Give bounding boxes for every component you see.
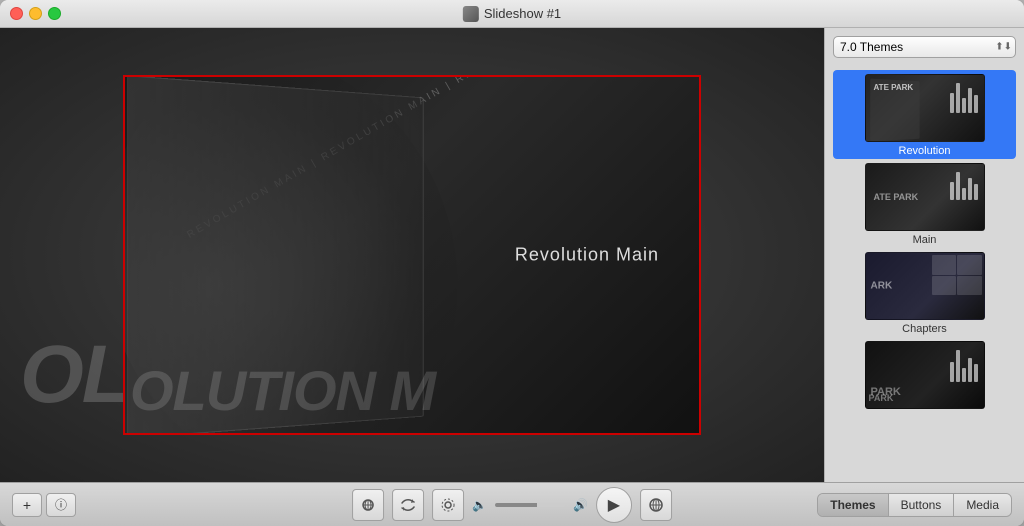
preview-area: OLUTION M REVOLUTION MAIN | REVOLUTION M… — [0, 28, 824, 482]
theme-label-chapters: Chapters — [902, 323, 947, 335]
thumb-extras-text: PARK — [869, 393, 894, 403]
theme-dropdown-container: 7.0 Themes 6.0 Themes Custom Themes ⬆⬇ — [825, 28, 1024, 66]
grid-cell-1 — [932, 255, 957, 275]
toolbar-tabs: Themes Buttons Media — [817, 493, 1012, 517]
theme-thumbnail-extras: PARK — [865, 341, 985, 409]
theme-item-main[interactable]: Main — [833, 159, 1016, 248]
tab-media[interactable]: Media — [954, 494, 1011, 516]
bar5 — [974, 95, 978, 113]
themes-list[interactable]: ATE PARK Revolution — [825, 66, 1024, 482]
bar1 — [950, 93, 954, 113]
preview-inner-bg: REVOLUTION MAIN | REVOLUTION MAIN | REVO… — [125, 77, 699, 433]
network-button[interactable] — [352, 489, 384, 521]
main-bar3 — [962, 188, 966, 200]
theme-label-revolution: Revolution — [899, 145, 951, 157]
play-button[interactable]: ▶ — [596, 487, 632, 523]
grid-cell-2 — [957, 255, 982, 275]
thumbnail-bars — [950, 83, 978, 113]
close-button[interactable] — [10, 7, 23, 20]
theme-thumbnail-main — [865, 163, 985, 231]
extras-bar1 — [950, 362, 954, 382]
bar3 — [962, 98, 966, 113]
app-window: Slideshow #1 OLUTION M REVOLUTION MAIN |… — [0, 0, 1024, 526]
window-title-area: Slideshow #1 — [463, 6, 561, 22]
main-bar4 — [968, 178, 972, 200]
loop-icon — [400, 498, 416, 512]
main-bar5 — [974, 184, 978, 200]
bar4 — [968, 88, 972, 113]
theme-select[interactable]: 7.0 Themes 6.0 Themes Custom Themes — [833, 36, 1016, 58]
main-bar2 — [956, 172, 960, 200]
minimize-button[interactable] — [29, 7, 42, 20]
thumb-text-revolution: ATE PARK — [874, 83, 914, 92]
inner-watermark: OLUTION M — [130, 358, 435, 423]
settings-button[interactable] — [432, 489, 464, 521]
extras-bar5 — [974, 364, 978, 382]
chapters-grid — [932, 255, 982, 295]
grid-cell-4 — [957, 276, 982, 296]
extras-bar2 — [956, 350, 960, 382]
titlebar: Slideshow #1 — [0, 0, 1024, 28]
grid-cell-3 — [932, 276, 957, 296]
info-button[interactable]: ⓘ — [46, 493, 76, 517]
globe-button[interactable] — [640, 489, 672, 521]
theme-select-wrapper[interactable]: 7.0 Themes 6.0 Themes Custom Themes ⬆⬇ — [833, 36, 1016, 58]
loop-button[interactable] — [392, 489, 424, 521]
theme-item-chapters[interactable]: ARK Chapters — [833, 248, 1016, 337]
volume-low-icon: 🔈 — [472, 498, 487, 512]
toolbar: + ⓘ — [0, 482, 1024, 526]
app-icon — [463, 6, 479, 22]
globe-icon — [648, 497, 664, 513]
theme-item-revolution[interactable]: ATE PARK Revolution — [833, 70, 1016, 159]
thumb-extras-bars — [950, 350, 978, 382]
theme-group-revolution: ATE PARK Revolution — [825, 66, 1024, 413]
theme-label-main: Main — [913, 234, 937, 246]
tab-buttons[interactable]: Buttons — [889, 494, 955, 516]
thumb-chapters-text: ARK — [871, 281, 893, 292]
theme-item-extras[interactable]: PARK — [833, 337, 1016, 411]
maximize-button[interactable] — [48, 7, 61, 20]
tab-themes[interactable]: Themes — [818, 494, 888, 516]
toolbar-transport: 🔈 🔊 ▶ — [352, 487, 672, 523]
theme-thumbnail-revolution: ATE PARK — [865, 74, 985, 142]
extras-bar4 — [968, 358, 972, 382]
main-content: OLUTION M REVOLUTION MAIN | REVOLUTION M… — [0, 28, 1024, 482]
theme-thumbnail-chapters: ARK — [865, 252, 985, 320]
volume-slider[interactable] — [495, 503, 565, 507]
preview-frame: REVOLUTION MAIN | REVOLUTION MAIN | REVO… — [123, 75, 701, 435]
window-controls — [0, 7, 61, 20]
bar2 — [956, 83, 960, 113]
extras-bar3 — [962, 368, 966, 382]
volume-high-icon: 🔊 — [573, 498, 588, 512]
settings-icon — [440, 497, 456, 513]
toolbar-left: + ⓘ — [12, 493, 76, 517]
window-title: Slideshow #1 — [484, 6, 561, 21]
main-bar1 — [950, 182, 954, 200]
sidebar: 7.0 Themes 6.0 Themes Custom Themes ⬆⬇ — [824, 28, 1024, 482]
add-button[interactable]: + — [12, 493, 42, 517]
thumb-main-bars — [950, 172, 978, 200]
network-icon — [360, 498, 376, 512]
slide-title: Revolution Main — [515, 245, 659, 266]
